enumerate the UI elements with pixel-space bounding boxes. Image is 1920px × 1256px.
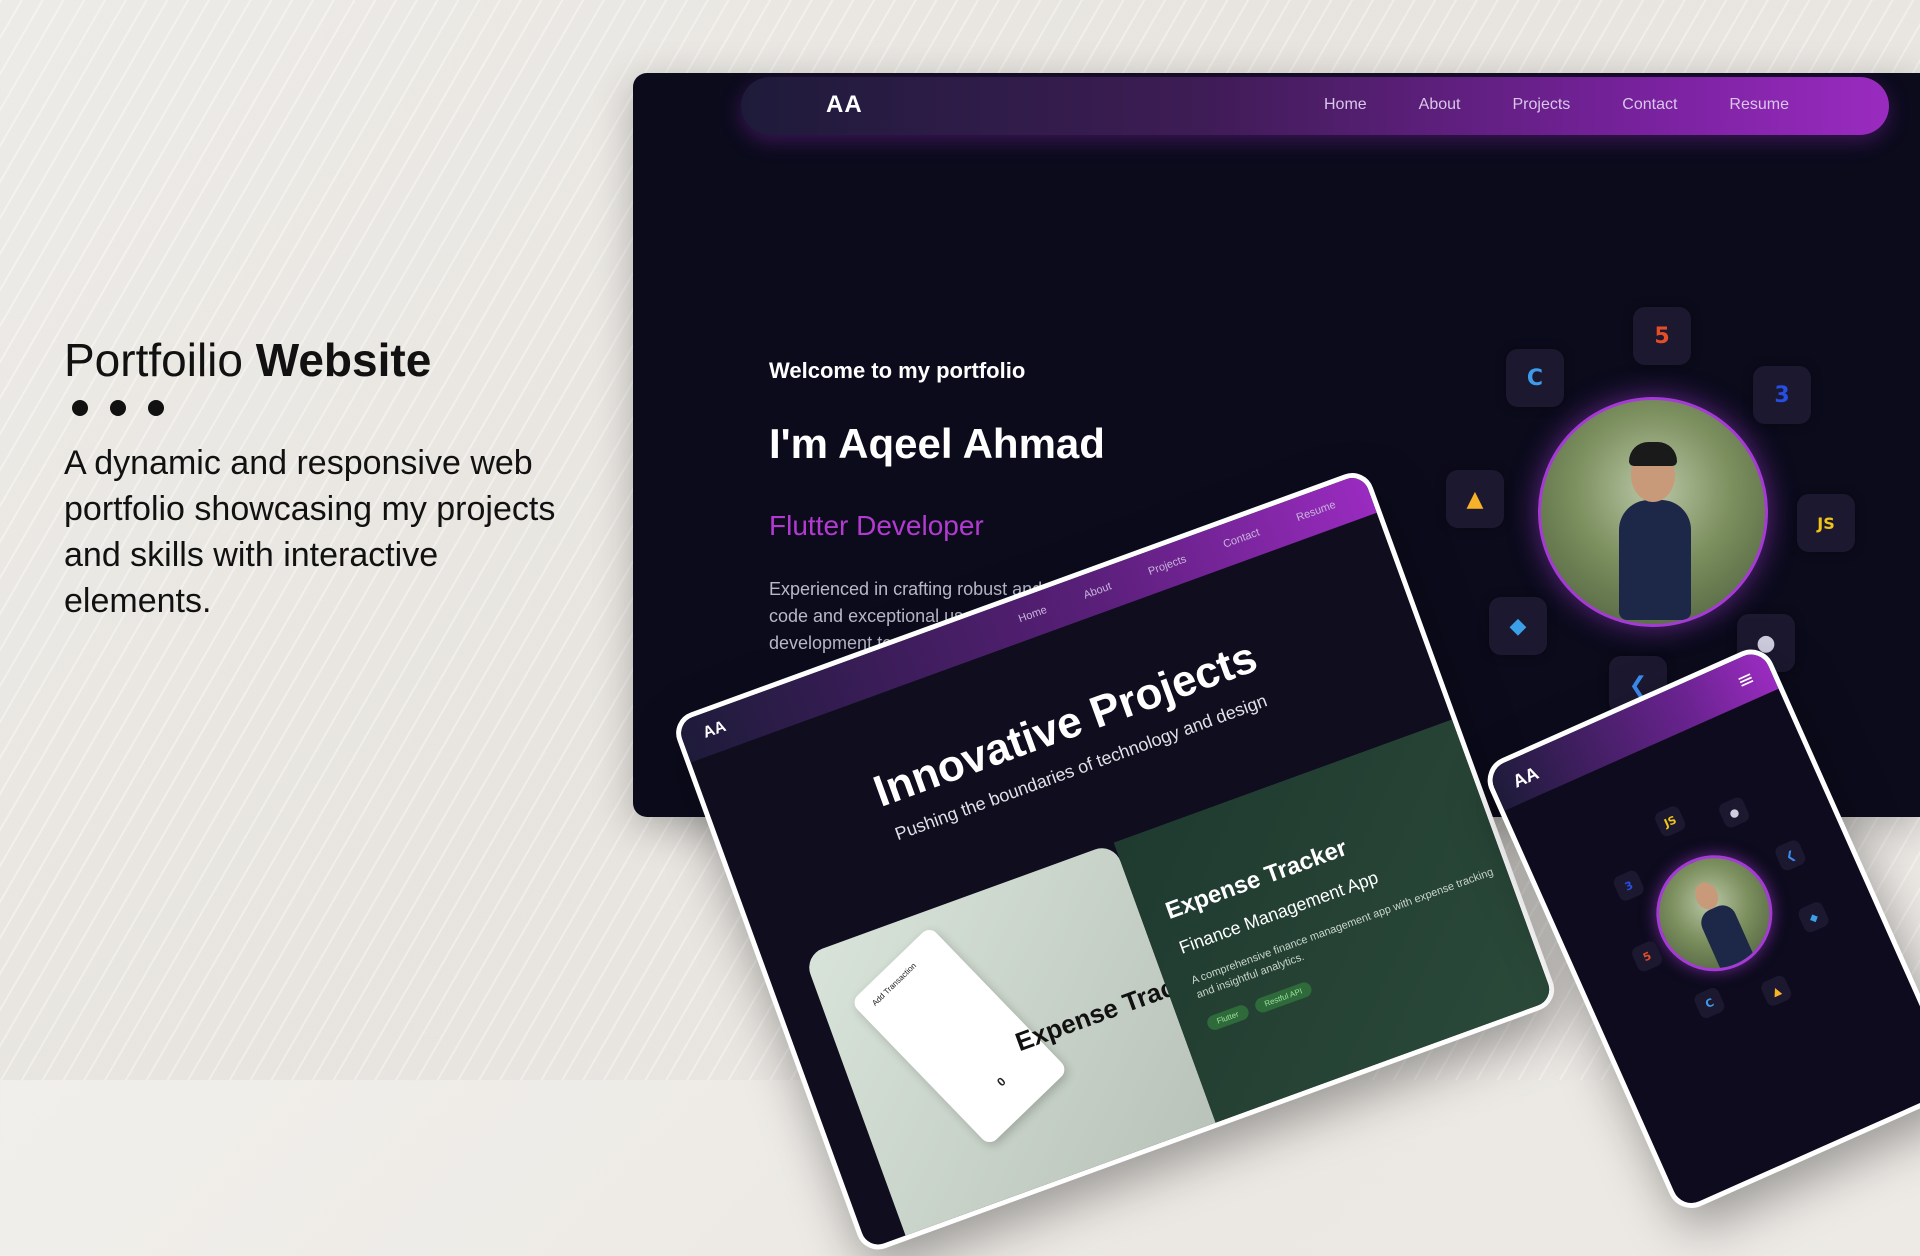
- flutter-icon[interactable]: ❮: [1773, 838, 1808, 873]
- caption-description: A dynamic and responsive web portfolio s…: [64, 444, 556, 620]
- avatar-hair: [1629, 442, 1677, 466]
- caption-title: Portfoilio Website: [64, 330, 584, 390]
- tablet-nav-home[interactable]: Home: [1017, 604, 1049, 625]
- hero-welcome: Welcome to my portfolio: [769, 358, 1026, 383]
- dart-icon[interactable]: ◆: [1489, 597, 1547, 655]
- nav-links: Home About Projects Contact Resume: [1324, 96, 1789, 114]
- dart-icon[interactable]: ◆: [1796, 900, 1831, 935]
- caption-title-bold: Website: [255, 334, 432, 386]
- css3-icon[interactable]: 3: [1611, 868, 1646, 903]
- css3-icon[interactable]: 3: [1753, 366, 1811, 424]
- dot: [110, 400, 126, 416]
- html5-icon[interactable]: 5: [1629, 939, 1665, 974]
- nav-link-projects[interactable]: Projects: [1512, 96, 1570, 114]
- tablet-nav-about[interactable]: About: [1082, 580, 1113, 601]
- portfolio-caption: Portfoilio Website A dynamic and respons…: [64, 330, 584, 624]
- dot: [148, 400, 164, 416]
- tablet-nav-projects[interactable]: Projects: [1147, 553, 1188, 578]
- app-screen-value: 0: [994, 1074, 1009, 1090]
- html5-icon[interactable]: 5: [1633, 307, 1691, 365]
- avatar-body: [1619, 500, 1691, 620]
- firebase-icon[interactable]: ▲: [1446, 470, 1504, 528]
- avatar-body: [1696, 900, 1755, 971]
- app-screen-title: Add Transaction: [870, 961, 919, 1008]
- tag-chip: Flutter: [1205, 1003, 1251, 1033]
- dots-decoration: [72, 400, 584, 416]
- tag-chip: Restful API: [1252, 980, 1314, 1015]
- hero-name: I'm Aqeel Ahmad: [769, 420, 1105, 467]
- tablet-nav-resume[interactable]: Resume: [1295, 499, 1338, 524]
- hamburger-menu-icon[interactable]: ≡: [1733, 665, 1758, 694]
- cpp-icon[interactable]: C: [1506, 349, 1564, 407]
- profile-avatar: [1538, 397, 1768, 627]
- nav-link-resume[interactable]: Resume: [1729, 96, 1789, 114]
- tablet-logo[interactable]: AA: [701, 718, 729, 743]
- nav-link-about[interactable]: About: [1419, 96, 1461, 114]
- mobile-avatar: [1637, 836, 1791, 990]
- nav-link-contact[interactable]: Contact: [1622, 96, 1677, 114]
- javascript-icon[interactable]: JS: [1652, 804, 1688, 839]
- github-icon[interactable]: ●: [1716, 795, 1752, 830]
- cpp-icon[interactable]: C: [1692, 985, 1727, 1021]
- dot: [72, 400, 88, 416]
- nav-link-home[interactable]: Home: [1324, 96, 1367, 114]
- navbar: AA Home About Projects Contact Resume: [741, 77, 1889, 135]
- firebase-icon[interactable]: ▲: [1759, 973, 1794, 1008]
- tablet-nav-contact[interactable]: Contact: [1222, 526, 1262, 550]
- mobile-logo[interactable]: AA: [1510, 763, 1542, 793]
- site-logo[interactable]: AA: [826, 91, 863, 119]
- javascript-icon[interactable]: JS: [1797, 494, 1855, 552]
- caption-title-light: Portfoilio: [64, 334, 243, 386]
